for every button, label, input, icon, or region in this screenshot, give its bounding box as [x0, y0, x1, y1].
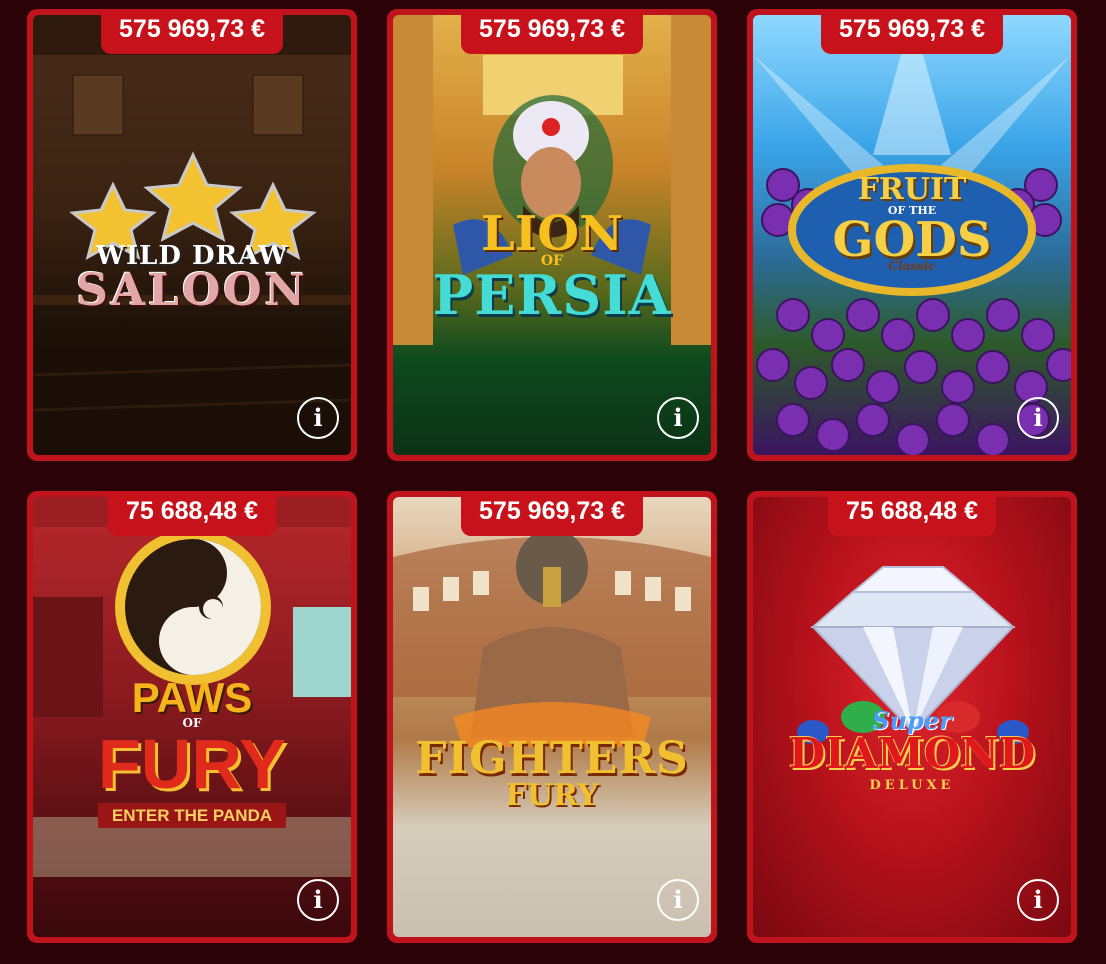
info-button[interactable]: i — [297, 397, 339, 439]
logo-line-1: LION — [481, 206, 623, 262]
game-thumbnail[interactable]: WILD DRAW SALOON — [33, 15, 351, 455]
game-thumbnail[interactable]: FIGHTERS FURY — [393, 497, 711, 937]
info-icon: i — [313, 885, 323, 914]
info-icon: i — [673, 885, 683, 914]
logo-line-3: PERSIA — [432, 263, 672, 327]
game-thumbnail[interactable]: Super DIAMOND DELUXE — [753, 497, 1071, 937]
arena-scene — [393, 529, 711, 747]
game-card-lion-of-persia[interactable]: LION OF PERSIA 575 969,73 € i — [387, 9, 717, 461]
logo-line-3: GODS — [832, 212, 992, 268]
info-icon: i — [1033, 403, 1043, 432]
jackpot-badge: 75 688,48 € — [107, 491, 277, 536]
info-button[interactable]: i — [1017, 397, 1059, 439]
game-thumbnail[interactable]: LION OF PERSIA — [393, 15, 711, 455]
game-card-super-diamond-deluxe[interactable]: Super DIAMOND DELUXE 75 688,48 € i — [747, 491, 1077, 943]
game-card-fruit-of-the-gods[interactable]: FRUIT OF THE GODS Classic 575 969,73 € i — [747, 9, 1077, 461]
game-card-fighters-fury[interactable]: FIGHTERS FURY 575 969,73 € i — [387, 491, 717, 943]
info-icon: i — [673, 403, 683, 432]
game-logo: PAWS OF FURY ENTER THE PANDA — [33, 677, 351, 828]
logo-line-1: FRUIT — [857, 172, 967, 207]
logo-line-4: Classic — [888, 259, 936, 273]
info-button[interactable]: i — [657, 879, 699, 921]
logo-line-4: ENTER THE PANDA — [97, 803, 287, 828]
game-thumbnail[interactable]: FRUIT OF THE GODS Classic — [753, 15, 1071, 455]
info-button[interactable]: i — [657, 397, 699, 439]
logo-line-3: FURY — [98, 725, 286, 803]
info-icon: i — [1033, 885, 1043, 914]
game-logo: Super DIAMOND DELUXE — [753, 709, 1071, 793]
logo-line-1: PAWS — [131, 674, 253, 721]
game-logo: WILD DRAW SALOON — [33, 243, 351, 313]
game-card-paws-of-fury[interactable]: PAWS OF FURY ENTER THE PANDA 75 688,48 €… — [27, 491, 357, 943]
jackpot-badge: 575 969,73 € — [461, 9, 643, 54]
logo-line-2: SALOON — [76, 265, 308, 316]
game-card-wild-draw-saloon[interactable]: WILD DRAW SALOON 575 969,73 € i — [27, 9, 357, 461]
game-thumbnail[interactable]: PAWS OF FURY ENTER THE PANDA — [33, 497, 351, 937]
saloon-scene — [33, 15, 351, 455]
logo-line-1: FIGHTERS — [415, 733, 689, 784]
jackpot-badge: 75 688,48 € — [827, 491, 997, 536]
info-icon: i — [313, 403, 323, 432]
info-button[interactable]: i — [1017, 879, 1059, 921]
game-logo: LION OF PERSIA — [393, 210, 711, 322]
logo-line-3: DELUXE — [869, 778, 955, 793]
game-grid: WILD DRAW SALOON 575 969,73 € i LION OF … — [0, 0, 1106, 964]
game-logo: FRUIT OF THE GODS Classic — [753, 172, 1071, 273]
logo-line-2: DIAMOND — [788, 729, 1036, 778]
game-logo: FIGHTERS FURY — [393, 737, 711, 811]
info-button[interactable]: i — [297, 879, 339, 921]
jackpot-badge: 575 969,73 € — [821, 9, 1003, 54]
logo-line-2: FURY — [505, 778, 599, 813]
jackpot-badge: 575 969,73 € — [101, 9, 283, 54]
jackpot-badge: 575 969,73 € — [461, 491, 643, 536]
